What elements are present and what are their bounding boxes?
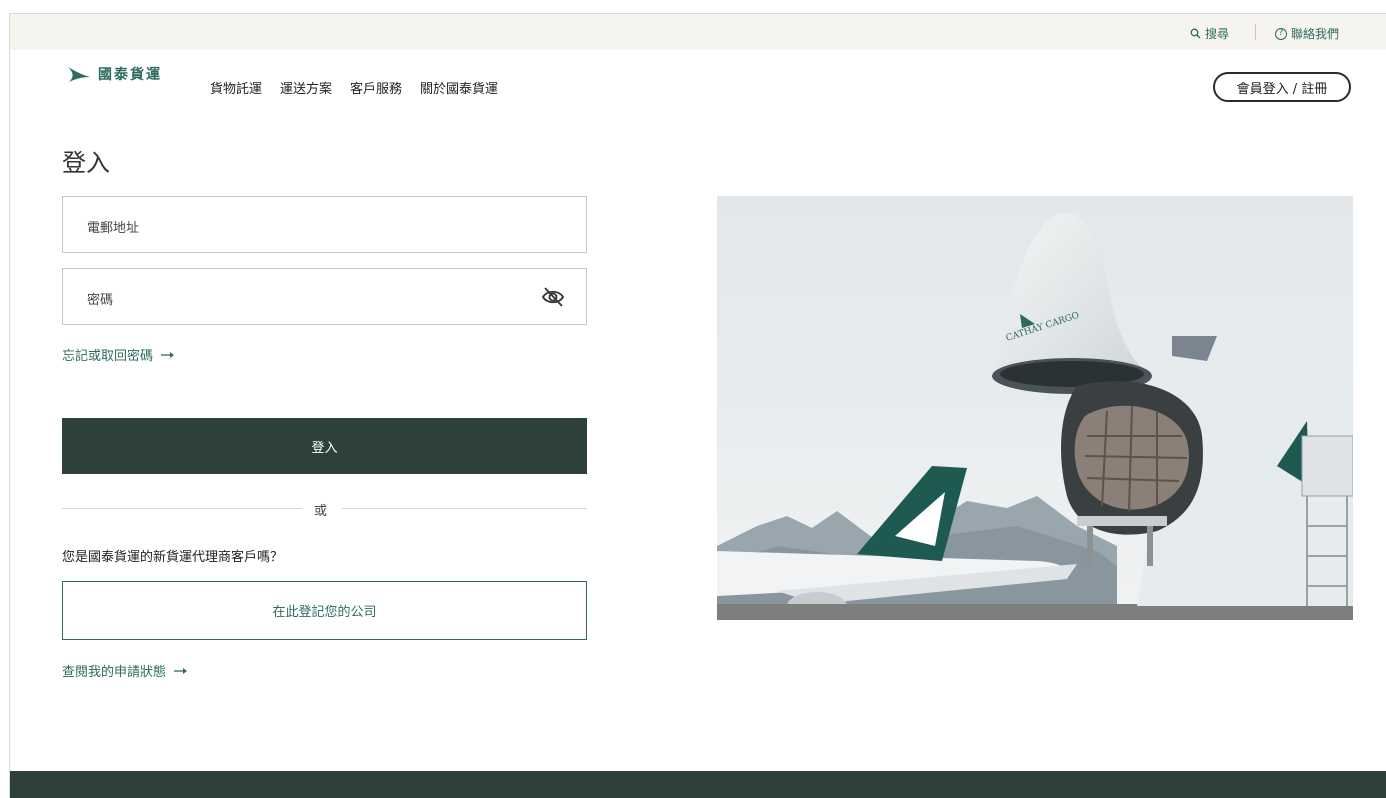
contact-label: 聯絡我們 <box>1291 27 1340 41</box>
password-placeholder: 密碼 <box>87 293 114 308</box>
arrow-right-icon <box>174 667 188 674</box>
hero-cargo-aircraft-image: CATHAY CARGO <box>717 196 1353 620</box>
forgot-password-link[interactable]: 忘記或取回密碼 <box>62 345 175 364</box>
page-title: 登入 <box>62 149 110 177</box>
search-label: 搜尋 <box>1205 27 1230 41</box>
nav-item-customer-service[interactable]: 客戶服務 <box>350 78 402 97</box>
email-field[interactable]: 電郵地址 <box>62 196 587 253</box>
footer-bar <box>10 771 1386 798</box>
main-nav: 貨物託運 運送方案 客戶服務 關於國泰貨運 <box>210 78 498 97</box>
utility-bar: 搜尋 ? 聯絡我們 <box>10 14 1386 50</box>
login-submit-button[interactable]: 登入 <box>62 418 587 474</box>
divider-text: 或 <box>314 504 328 519</box>
nav-item-about[interactable]: 關於國泰貨運 <box>420 78 498 97</box>
forgot-password-label: 忘記或取回密碼 <box>62 349 154 364</box>
divider-left <box>62 508 302 509</box>
logo-text: 國泰貨運 <box>98 67 162 83</box>
email-placeholder: 電郵地址 <box>87 221 140 236</box>
agent-question: 您是國泰貨運的新貨運代理商客戶嗎？ <box>62 550 284 565</box>
arrow-right-icon <box>161 351 175 358</box>
application-status-link[interactable]: 查閱我的申請狀態 <box>62 661 188 680</box>
brushwing-logo-icon <box>68 67 90 82</box>
utility-search-link[interactable]: 搜尋 <box>1190 25 1229 42</box>
divider-right <box>342 508 587 509</box>
search-icon <box>1190 28 1201 39</box>
utility-divider <box>1255 24 1256 40</box>
eye-slash-icon[interactable] <box>540 285 566 313</box>
main-header: 國泰貨運 貨物託運 運送方案 客戶服務 關於國泰貨運 會員登入 / 註冊 <box>10 50 1386 126</box>
nav-item-shipping[interactable]: 貨物託運 <box>210 78 262 97</box>
password-field[interactable]: 密碼 <box>62 268 587 325</box>
logo[interactable]: 國泰貨運 <box>66 64 162 84</box>
help-circle-icon: ? <box>1275 27 1287 40</box>
utility-contact-link[interactable]: ? 聯絡我們 <box>1275 25 1339 42</box>
application-status-label: 查閱我的申請狀態 <box>62 665 167 680</box>
login-register-button[interactable]: 會員登入 / 註冊 <box>1213 72 1351 102</box>
nav-item-solutions[interactable]: 運送方案 <box>280 78 332 97</box>
register-company-button[interactable]: 在此登記您的公司 <box>62 581 587 640</box>
